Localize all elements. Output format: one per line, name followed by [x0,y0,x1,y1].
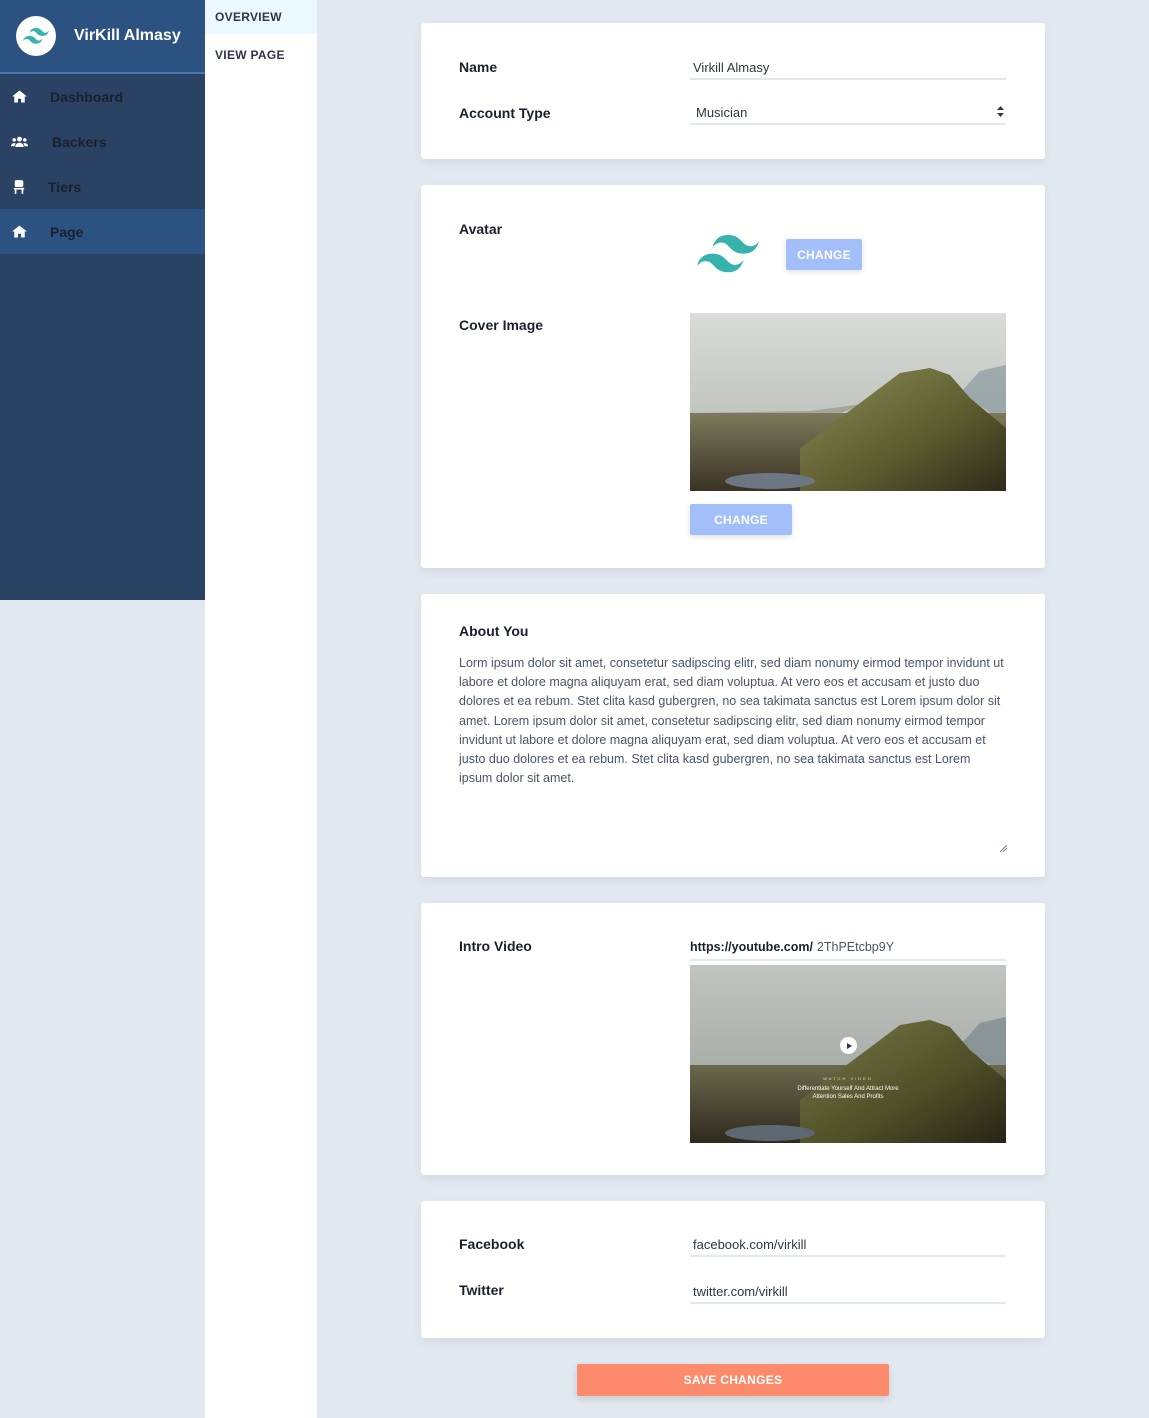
account-type-label: Account Type [459,105,551,121]
resize-handle-icon[interactable] [999,839,1008,857]
about-textarea[interactable]: Lorm ipsum dolor sit amet, consetetur sa… [459,654,1007,788]
brand-logo-icon [16,16,56,56]
video-url-value: 2ThPEtcbp9Y [816,940,895,954]
account-type-value: Musician [696,104,748,120]
avatar-label: Avatar [459,221,503,237]
video-url-prefix: https://youtube.com/ [690,940,813,954]
subnav-item-overview[interactable]: OVERVIEW [205,0,317,34]
video-overlay-kicker: WATCH VIDEO [823,1076,873,1081]
home-icon [10,223,28,241]
account-card: Name Virkill Almasy Account Type Musicia… [421,23,1045,159]
cover-change-button[interactable]: CHANGE [690,504,792,535]
cover-image [690,313,1006,491]
users-icon [10,133,28,151]
avatar-change-button[interactable]: CHANGE [786,239,862,270]
about-label: About You [459,623,529,639]
sidebar-item-backers[interactable]: Backers [0,119,205,164]
video-overlay-line1: Differentiate Yourself And Attract More [797,1086,899,1092]
twitter-field[interactable]: twitter.com/virkill [690,1280,1006,1304]
video-url-field[interactable]: https://youtube.com/ 2ThPEtcbp9Y [690,935,1006,961]
sidebar-item-label: Page [50,223,84,240]
media-card: Avatar CHANGE Cover Image CHANGE [421,185,1045,568]
video-thumbnail[interactable]: WATCH VIDEO Differentiate Yourself And A… [690,965,1006,1143]
sidebar-item-page[interactable]: Page [0,209,205,254]
sidebar-item-label: Backers [52,133,107,150]
play-icon[interactable] [840,1037,857,1054]
sidebar: VirKill Almasy Dashboard Backers Tiers P… [0,0,205,600]
twitter-label: Twitter [459,1282,504,1298]
sidebar-item-label: Dashboard [50,88,124,105]
video-card: Intro Video https://youtube.com/ 2ThPEtc… [421,903,1045,1175]
subnav: OVERVIEW VIEW PAGE [205,0,317,1418]
sidebar-item-dashboard[interactable]: Dashboard [0,74,205,119]
name-field[interactable]: Virkill Almasy [690,56,1006,80]
avatar-image [697,235,759,275]
brand-name: VirKill Almasy [74,27,181,44]
account-type-select[interactable]: Musician [690,101,1006,125]
facebook-label: Facebook [459,1236,525,1252]
select-arrows-icon [997,105,1004,120]
social-card: Facebook facebook.com/virkill Twitter tw… [421,1201,1045,1338]
home-icon [10,88,28,106]
sidebar-item-label: Tiers [48,178,82,195]
subnav-item-view-page[interactable]: VIEW PAGE [205,37,317,73]
about-card: About You Lorm ipsum dolor sit amet, con… [421,594,1045,877]
chair-icon [10,178,28,196]
intro-video-label: Intro Video [459,938,532,954]
name-label: Name [459,59,498,75]
facebook-field[interactable]: facebook.com/virkill [690,1233,1006,1257]
brand: VirKill Almasy [0,0,205,74]
save-changes-button[interactable]: SAVE CHANGES [577,1364,889,1396]
cover-image-label: Cover Image [459,317,544,333]
sidebar-item-tiers[interactable]: Tiers [0,164,205,209]
video-overlay-line2: Attention Sales And Profits [812,1094,884,1100]
